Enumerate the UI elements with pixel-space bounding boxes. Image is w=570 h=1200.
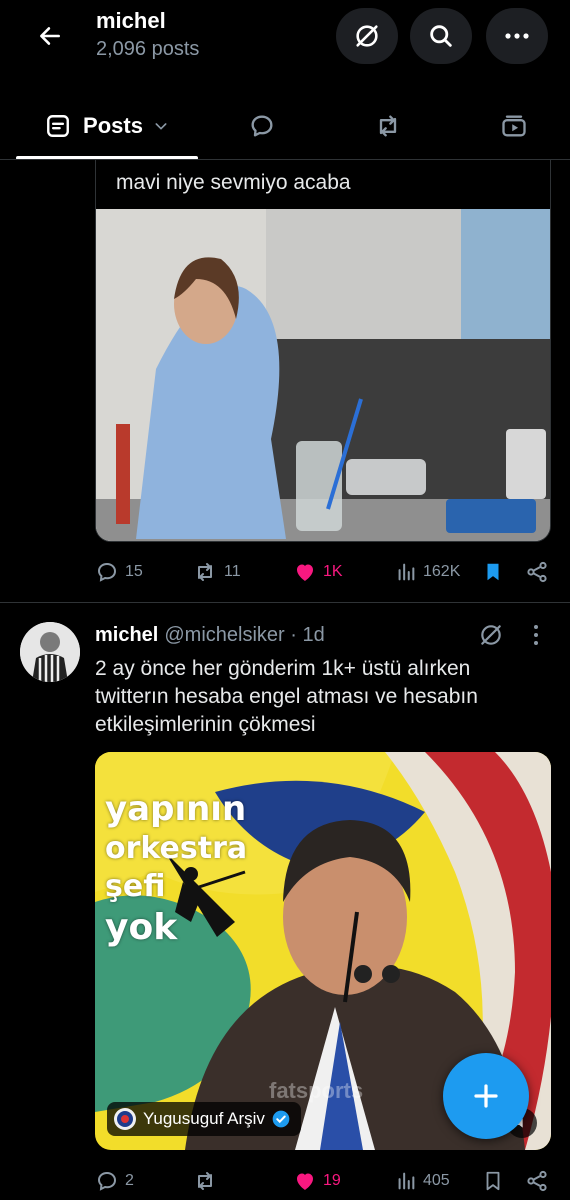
profile-title-block: michel 2,096 posts bbox=[96, 8, 199, 61]
tab-divider bbox=[0, 159, 570, 160]
tab-replies[interactable] bbox=[232, 96, 292, 156]
reply-icon bbox=[97, 1171, 117, 1191]
post1-reply-count: 15 bbox=[125, 563, 143, 580]
grok-icon bbox=[356, 25, 378, 47]
post1-views-button[interactable]: 162K bbox=[395, 557, 460, 587]
share-icon bbox=[527, 1170, 547, 1192]
post-separator bbox=[0, 602, 570, 603]
post2-author-handle[interactable]: @michelsiker bbox=[164, 624, 284, 646]
overlay-line-4: yok bbox=[105, 907, 178, 948]
post1-view-count: 162K bbox=[423, 563, 461, 580]
bookmark-icon bbox=[486, 1171, 500, 1191]
overlay-line-2: orkestra bbox=[105, 831, 248, 866]
post1-repost-button[interactable]: 11 bbox=[192, 557, 241, 587]
post2-header: michel @michelsiker · 1d bbox=[95, 624, 325, 647]
heart-filled-icon bbox=[297, 1173, 313, 1190]
post2-like-button[interactable]: 19 bbox=[293, 1166, 341, 1196]
post2-more-button[interactable] bbox=[528, 622, 544, 653]
post1-like-count: 1K bbox=[323, 563, 343, 580]
tagged-user-badge[interactable]: Yugusuguf Arşiv bbox=[107, 1102, 301, 1136]
post2-grok-button[interactable] bbox=[478, 622, 504, 653]
post-count: 2,096 posts bbox=[96, 38, 200, 60]
back-button[interactable] bbox=[28, 14, 72, 58]
arrow-left-icon bbox=[40, 27, 60, 45]
compose-button[interactable] bbox=[443, 1053, 529, 1139]
overlay-line-1: yapının bbox=[105, 789, 247, 829]
quoted-post-text: mavi niye sevmiyo acaba bbox=[116, 171, 351, 194]
heart-filled-icon bbox=[297, 564, 313, 581]
tab-posts[interactable]: Posts bbox=[16, 96, 198, 156]
repost-icon bbox=[198, 563, 212, 581]
tab-posts-label: Posts bbox=[83, 113, 143, 138]
bookmark-filled-icon bbox=[487, 563, 499, 581]
post2-view-count: 405 bbox=[423, 1172, 450, 1189]
quoted-post-card[interactable]: mavi niye sevmiyo acaba bbox=[95, 140, 551, 542]
share-icon bbox=[527, 561, 547, 583]
quoted-post-image[interactable] bbox=[96, 209, 551, 542]
grok-icon bbox=[481, 625, 501, 645]
views-chart-icon bbox=[398, 1172, 415, 1190]
tagged-user-avatar-icon bbox=[114, 1108, 136, 1130]
more-dots-icon bbox=[505, 33, 529, 39]
profile-header: michel 2,096 posts Posts bbox=[0, 0, 570, 160]
chevron-down-icon bbox=[155, 123, 167, 130]
tab-videos[interactable] bbox=[484, 96, 544, 156]
avatar-image bbox=[20, 622, 80, 682]
post1-share-button[interactable] bbox=[525, 557, 549, 587]
repost-icon bbox=[198, 1172, 212, 1190]
post2-share-button[interactable] bbox=[525, 1166, 549, 1196]
post2-like-count: 19 bbox=[323, 1172, 341, 1189]
plus-icon bbox=[474, 1084, 498, 1108]
more-button[interactable] bbox=[486, 8, 548, 64]
tagged-user-name: Yugusuguf Arşiv bbox=[143, 1109, 265, 1128]
profile-name: michel bbox=[96, 8, 166, 33]
image-overlay-text: yapının orkestra şefi yok bbox=[105, 792, 247, 946]
tab-bar: Posts bbox=[0, 96, 570, 160]
tab-reposts[interactable] bbox=[358, 96, 418, 156]
avatar[interactable] bbox=[20, 622, 80, 682]
post2-reply-count: 2 bbox=[125, 1172, 134, 1189]
more-vertical-icon bbox=[534, 625, 538, 645]
video-stack-icon bbox=[502, 115, 526, 137]
post2-author-name[interactable]: michel bbox=[95, 624, 158, 646]
overlay-line-3: şefi bbox=[105, 869, 166, 904]
post1-like-button[interactable]: 1K bbox=[293, 557, 343, 587]
post2-text: 2 ay önce her gönderim 1k+ üstü alırken … bbox=[95, 657, 478, 736]
reply-bubble-icon bbox=[251, 115, 273, 137]
posts-icon bbox=[47, 115, 69, 137]
search-icon bbox=[430, 25, 452, 47]
repost-icon bbox=[379, 115, 397, 137]
post2-action-bar: 2 19 405 bbox=[0, 1166, 570, 1196]
post1-reply-button[interactable]: 15 bbox=[95, 557, 143, 587]
post1-bookmark-button[interactable] bbox=[482, 557, 504, 587]
post2-repost-button[interactable] bbox=[192, 1166, 218, 1196]
search-button[interactable] bbox=[410, 8, 472, 64]
post2-bookmark-button[interactable] bbox=[482, 1166, 504, 1196]
verified-badge-icon bbox=[272, 1110, 290, 1128]
post2-timestamp: · 1d bbox=[290, 624, 325, 646]
image-watermark: fatsports bbox=[269, 1078, 364, 1103]
grok-button[interactable] bbox=[336, 8, 398, 64]
views-chart-icon bbox=[398, 563, 415, 581]
post1-action-bar: 15 11 1K 162K bbox=[0, 557, 570, 587]
reply-icon bbox=[97, 562, 117, 582]
post2-reply-button[interactable]: 2 bbox=[95, 1166, 134, 1196]
post2-views-button[interactable]: 405 bbox=[395, 1166, 450, 1196]
post1-repost-count: 11 bbox=[224, 563, 241, 580]
